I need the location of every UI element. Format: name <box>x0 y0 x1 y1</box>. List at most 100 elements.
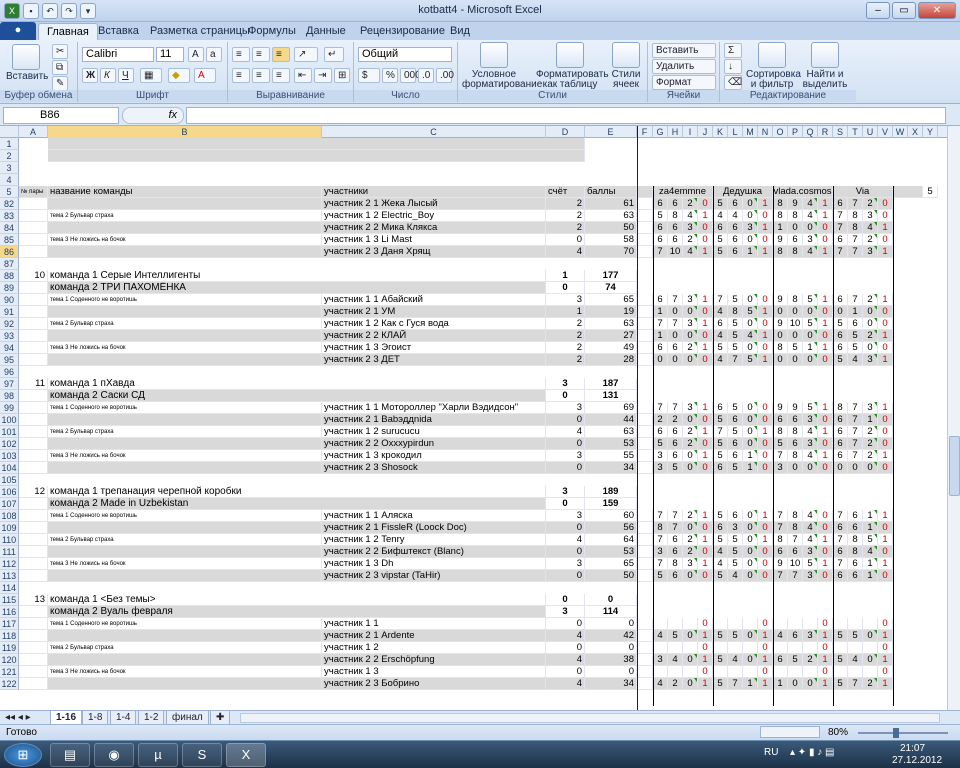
judge-score-cell[interactable]: 7 <box>653 318 668 330</box>
judge-score-cell[interactable]: 6 <box>833 294 848 306</box>
judge-score-cell[interactable]: 5 <box>713 246 728 258</box>
judge-score-cell[interactable]: 1 <box>818 426 833 438</box>
judge-score-cell[interactable]: 4 <box>728 654 743 666</box>
view-buttons[interactable] <box>760 726 820 738</box>
start-button[interactable]: ⊞ <box>4 743 42 767</box>
judge-score-cell[interactable]: 9 <box>788 402 803 414</box>
judge-score-cell[interactable]: 6 <box>668 234 683 246</box>
judge-score-cell[interactable]: 0 <box>818 618 833 630</box>
judge-score-cell[interactable]: 3 <box>803 414 818 426</box>
align-top-icon[interactable]: ≡ <box>232 47 250 62</box>
judge-score-cell[interactable]: 2 <box>683 234 698 246</box>
judge-score-cell[interactable] <box>848 642 863 654</box>
grow-font-icon[interactable]: A <box>188 47 204 62</box>
paste-button[interactable]: Вставить <box>6 44 48 82</box>
row-header[interactable]: 113 <box>0 570 19 582</box>
judge-score-cell[interactable]: 7 <box>728 678 743 690</box>
judge-score-cell[interactable]: 0 <box>878 234 893 246</box>
judge-score-cell[interactable]: 6 <box>713 522 728 534</box>
judge-score-cell[interactable]: 0 <box>698 642 713 654</box>
judge-score-cell[interactable]: 6 <box>653 222 668 234</box>
points-cell[interactable]: 61 <box>585 198 637 210</box>
team-name-cell[interactable]: команда 1 <Без темы> <box>48 594 546 606</box>
judge-score-cell[interactable]: 7 <box>848 678 863 690</box>
score-cell[interactable]: 0 <box>546 618 585 630</box>
judge-score-cell[interactable]: 3 <box>683 294 698 306</box>
judge-score-cell[interactable]: 0 <box>833 306 848 318</box>
judge-score-cell[interactable]: 1 <box>818 198 833 210</box>
cell-A[interactable]: 13 <box>19 594 48 606</box>
judge-score-cell[interactable]: 7 <box>848 294 863 306</box>
cell-F[interactable] <box>637 618 653 630</box>
judge-score-cell[interactable]: 1 <box>863 558 878 570</box>
score-cell[interactable]: 0 <box>546 234 585 246</box>
cell-A[interactable] <box>19 198 48 210</box>
participant-cell[interactable]: участник 2 3 Даня Хрящ <box>322 246 546 258</box>
judge-score-cell[interactable]: 0 <box>683 678 698 690</box>
judge-score-cell[interactable]: 0 <box>833 462 848 474</box>
participant-cell[interactable]: участник 2 3 Shosock <box>322 462 546 474</box>
cell-A[interactable] <box>19 282 48 294</box>
judge-score-cell[interactable]: 5 <box>653 570 668 582</box>
judge-score-cell[interactable]: 0 <box>878 546 893 558</box>
judge-score-cell[interactable]: 6 <box>833 234 848 246</box>
judge-score-cell[interactable]: 5 <box>833 318 848 330</box>
autosum-icon[interactable]: Σ <box>724 43 742 58</box>
score-cell[interactable]: 2 <box>546 222 585 234</box>
judge-score-cell[interactable]: 9 <box>773 294 788 306</box>
judge-score-cell[interactable]: 0 <box>803 678 818 690</box>
judge-score-cell[interactable]: 5 <box>713 678 728 690</box>
judge-score-cell[interactable] <box>833 666 848 678</box>
judge-score-cell[interactable]: 2 <box>863 234 878 246</box>
points-cell[interactable]: 65 <box>585 558 637 570</box>
topic-cell[interactable] <box>48 678 322 690</box>
judge-score-cell[interactable]: 0 <box>743 630 758 642</box>
currency-icon[interactable]: $ <box>358 68 380 83</box>
judge-score-cell[interactable]: 6 <box>833 198 848 210</box>
topic-cell[interactable] <box>48 246 322 258</box>
judge-score-cell[interactable] <box>788 666 803 678</box>
judge-score-cell[interactable]: 0 <box>758 462 773 474</box>
team-points-cell[interactable]: 74 <box>585 282 637 294</box>
judge-score-cell[interactable]: 6 <box>653 342 668 354</box>
points-cell[interactable]: 53 <box>585 546 637 558</box>
judge-score-cell[interactable]: 0 <box>683 654 698 666</box>
cell-B[interactable]: название команды <box>48 186 322 198</box>
score-cell[interactable]: 0 <box>546 522 585 534</box>
judge-score-cell[interactable]: 6 <box>848 318 863 330</box>
participant-cell[interactable]: участник 2 2 Мика Клякса <box>322 222 546 234</box>
judge-score-cell[interactable]: 0 <box>788 354 803 366</box>
points-cell[interactable]: 19 <box>585 306 637 318</box>
judge-score-cell[interactable]: 6 <box>848 558 863 570</box>
judge-score-cell[interactable]: 0 <box>758 558 773 570</box>
row-header[interactable]: 92 <box>0 318 19 330</box>
judge-score-cell[interactable] <box>683 642 698 654</box>
score-cell[interactable]: 2 <box>546 354 585 366</box>
judge-score-cell[interactable]: 3 <box>773 462 788 474</box>
row-header[interactable]: 3 <box>0 162 19 174</box>
column-header-U[interactable]: U <box>863 126 878 138</box>
cell-F[interactable] <box>637 330 653 342</box>
judge-score-cell[interactable]: 1 <box>698 426 713 438</box>
judge-score-cell[interactable]: 6 <box>668 198 683 210</box>
participant-cell[interactable]: участник 1 3 Эгоист <box>322 342 546 354</box>
column-header-F[interactable]: F <box>637 126 653 138</box>
judge-score-cell[interactable]: 6 <box>848 522 863 534</box>
cell-F[interactable] <box>637 402 653 414</box>
judge-score-cell[interactable]: 0 <box>818 330 833 342</box>
judge-score-cell[interactable]: 10 <box>788 558 803 570</box>
cell-A[interactable]: № пары <box>19 186 48 198</box>
judge-score-cell[interactable]: 1 <box>698 450 713 462</box>
participant-cell[interactable]: участник 1 1 Абайский <box>322 294 546 306</box>
judge-score-cell[interactable]: 1 <box>758 654 773 666</box>
judge-score-cell[interactable]: 6 <box>773 414 788 426</box>
topic-cell[interactable] <box>48 198 322 210</box>
judge-score-cell[interactable]: 6 <box>653 294 668 306</box>
conditional-formatting-button[interactable]: Условное форматирование <box>462 42 542 90</box>
judge-score-cell[interactable]: 0 <box>683 630 698 642</box>
judge-score-cell[interactable]: 6 <box>773 654 788 666</box>
judge-score-cell[interactable]: 0 <box>788 330 803 342</box>
cell-A[interactable] <box>19 318 48 330</box>
score-cell[interactable]: 1 <box>546 306 585 318</box>
judge-score-cell[interactable]: 5 <box>713 234 728 246</box>
